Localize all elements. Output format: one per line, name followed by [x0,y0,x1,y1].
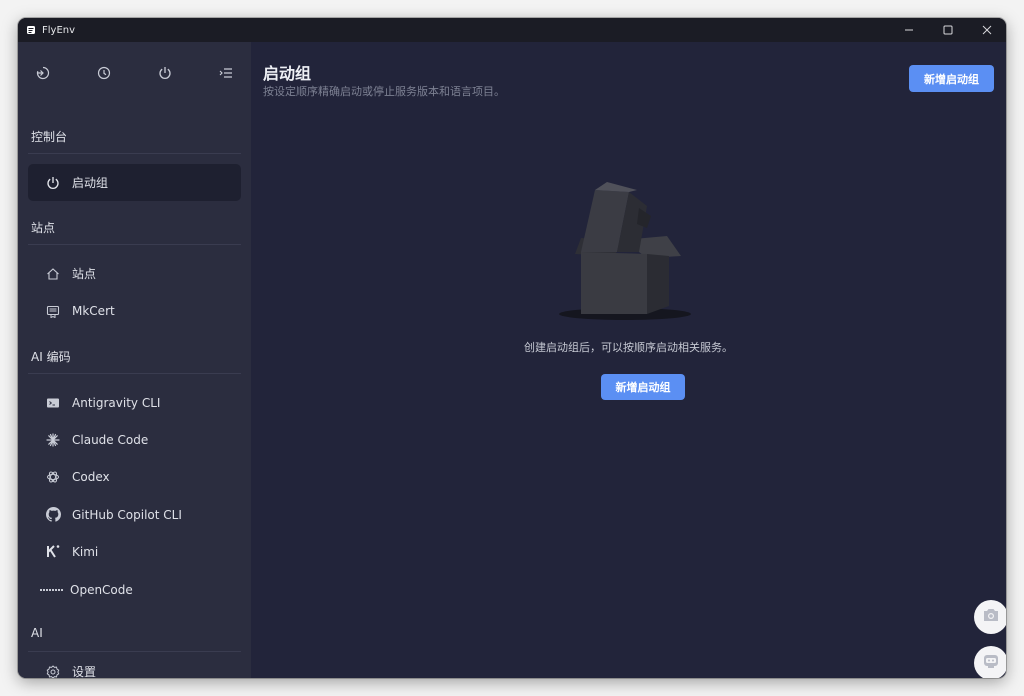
clock-icon[interactable] [92,61,116,85]
main-content: 启动组 按设定顺序精确启动或停止服务版本和语言项目。 新增启动组 创建启动组后，… [251,42,1006,678]
divider [28,373,241,374]
certificate-icon [45,303,61,319]
empty-box-illustration [551,180,699,322]
sidebar-item-opencode[interactable]: OpenCode [28,571,241,608]
sidebar-item-label: 启动组 [72,176,109,190]
close-icon [982,25,991,35]
sidebar-item-label: GitHub Copilot CLI [72,507,182,522]
openai-knot-icon [45,469,61,485]
maximize-button[interactable] [928,18,967,42]
minimize-icon [904,29,913,31]
claude-sparkle-icon [45,432,61,448]
sidebar-item-label: Claude Code [72,432,149,447]
sidebar-item-antigravity-cli[interactable]: Antigravity CLI [28,384,241,421]
add-startup-group-button[interactable]: 新增启动组 [909,65,994,92]
sidebar-item-sites[interactable]: 站点 [28,255,241,292]
title-bar: FlyEnv [18,18,1006,42]
sidebar-item-label: MkCert [72,303,115,318]
power-icon[interactable] [153,61,177,85]
sidebar-item-claude-code[interactable]: Claude Code [28,421,241,458]
sidebar-toolbar [18,61,251,85]
power-icon [45,175,61,191]
divider [28,153,241,154]
close-button[interactable] [967,18,1006,42]
section-title-sites: 站点 [31,221,56,235]
sidebar-item-codex[interactable]: Codex [28,458,241,495]
sidebar-item-label: Kimi [72,544,99,559]
sidebar-item-label: Antigravity CLI [72,395,161,410]
sidebar-item-label: 设置 [72,665,97,678]
flyenv-logo-icon [26,25,36,35]
empty-add-startup-group-button[interactable]: 新增启动组 [601,374,685,400]
sidebar: 控制台 启动组 站点 站点 MkCert AI 编码 Antigravity C… [18,42,251,678]
sidebar-item-mkcert[interactable]: MkCert [28,292,241,329]
section-title-console: 控制台 [31,130,68,144]
sidebar-item-github-copilot-cli[interactable]: GitHub Copilot CLI [28,496,241,533]
terminal-icon [45,395,61,411]
screenshot-button[interactable] [974,600,1006,634]
github-icon [45,507,61,523]
page-subtitle: 按设定顺序精确启动或停止服务版本和语言项目。 [263,85,505,98]
back-icon[interactable] [31,61,55,85]
sidebar-item-startup-group[interactable]: 启动组 [28,164,241,201]
app-window: FlyEnv 控制台 启动组 站点 站点 MkCert AI 编码 Antigr… [18,18,1006,678]
maximize-icon [943,25,952,35]
page-title: 启动组 [263,64,312,83]
section-title-ai-coding: AI 编码 [31,350,71,364]
kimi-k-icon [45,544,61,560]
gear-icon [45,664,61,678]
home-icon [45,266,61,282]
ai-assistant-button[interactable] [974,646,1006,678]
robot-icon [982,652,1000,674]
camera-icon [982,607,1000,627]
divider [28,651,241,652]
window-controls [889,18,1006,42]
section-title-ai: AI [31,626,43,640]
divider [28,244,241,245]
sidebar-item-label: OpenCode [70,582,133,597]
sidebar-item-kimi[interactable]: Kimi [28,533,241,570]
opencode-dots-icon [40,582,64,598]
sidebar-item-label: Codex [72,469,110,484]
empty-state-text: 创建启动组后，可以按顺序启动相关服务。 [524,341,733,354]
minimize-button[interactable] [889,18,928,42]
sidebar-item-settings[interactable]: 设置 [28,653,241,678]
window-title: FlyEnv [42,24,76,36]
sidebar-item-label: 站点 [72,267,97,281]
menu-collapse-icon[interactable] [214,61,238,85]
